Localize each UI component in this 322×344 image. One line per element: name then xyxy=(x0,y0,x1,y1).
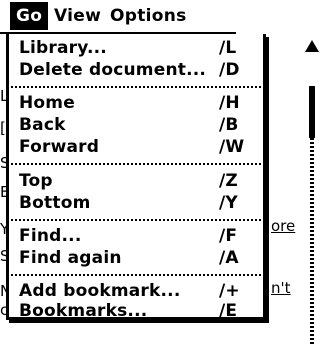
doc-link[interactable]: ore xyxy=(271,218,295,235)
menu-item-label: Top xyxy=(19,171,53,191)
menu-item-label: Forward xyxy=(19,137,100,157)
scrollbar-track[interactable] xyxy=(310,138,314,344)
shortcut-label: ∕Y xyxy=(219,193,238,213)
menu-separator xyxy=(11,163,261,165)
menu-options[interactable]: Options xyxy=(104,2,193,30)
menu-item-label: Bottom xyxy=(19,193,91,213)
menu-view[interactable]: View xyxy=(48,2,107,30)
menu-item-bottom[interactable]: Bottom ∕Y xyxy=(19,192,259,214)
menu-item-label: Find again xyxy=(19,248,122,268)
vertical-scrollbar[interactable] xyxy=(303,34,321,344)
shortcut-label: ∕Z xyxy=(219,171,238,191)
menu-item-label: Delete document... xyxy=(19,60,207,80)
menu-separator xyxy=(11,219,261,221)
menu-item-label: Home xyxy=(19,93,75,113)
shortcut-label: ∕W xyxy=(219,137,245,157)
menu-item-add-bookmark[interactable]: Add bookmark... ∕+ xyxy=(19,280,259,302)
scroll-up-arrow-icon[interactable] xyxy=(305,40,319,52)
shortcut-label: ∕H xyxy=(219,93,240,113)
menu-item-find-again[interactable]: Find again ∕A xyxy=(19,247,259,269)
shortcut-label: ∕D xyxy=(219,60,240,80)
menu-go[interactable]: Go xyxy=(10,2,49,30)
menu-item-home[interactable]: Home ∕H xyxy=(19,92,259,114)
shortcut-label: ∕+ xyxy=(219,281,240,301)
menu-item-find[interactable]: Find... ∕F xyxy=(19,225,259,247)
doc-link[interactable]: n't xyxy=(271,280,291,297)
menu-item-forward[interactable]: Forward ∕W xyxy=(19,136,259,158)
menu-item-label: Bookmarks... xyxy=(19,301,148,321)
menu-bar: Go View Options xyxy=(0,0,236,34)
menu-separator xyxy=(11,86,261,88)
go-menu-dropdown: Library... ∕L Delete document... ∕D Home… xyxy=(6,34,266,322)
menu-item-delete-document[interactable]: Delete document... ∕D xyxy=(19,59,259,81)
shortcut-label: ∕E xyxy=(219,301,238,321)
menu-item-top[interactable]: Top ∕Z xyxy=(19,170,259,192)
menu-item-bookmarks[interactable]: Bookmarks... ∕E xyxy=(19,300,259,322)
menu-separator xyxy=(11,274,261,276)
menu-item-library[interactable]: Library... ∕L xyxy=(19,37,259,59)
shortcut-label: ∕F xyxy=(219,226,238,246)
menu-item-label: Add bookmark... xyxy=(19,281,181,301)
scrollbar-thumb[interactable] xyxy=(309,86,315,138)
menu-item-label: Library... xyxy=(19,38,107,58)
shortcut-label: ∕B xyxy=(219,115,239,135)
menu-item-label: Find... xyxy=(19,226,82,246)
menu-item-back[interactable]: Back ∕B xyxy=(19,114,259,136)
doc-text-fragment: [ xyxy=(0,119,6,137)
shortcut-label: ∕L xyxy=(219,38,237,58)
shortcut-label: ∕A xyxy=(219,248,239,268)
menu-item-label: Back xyxy=(19,115,66,135)
